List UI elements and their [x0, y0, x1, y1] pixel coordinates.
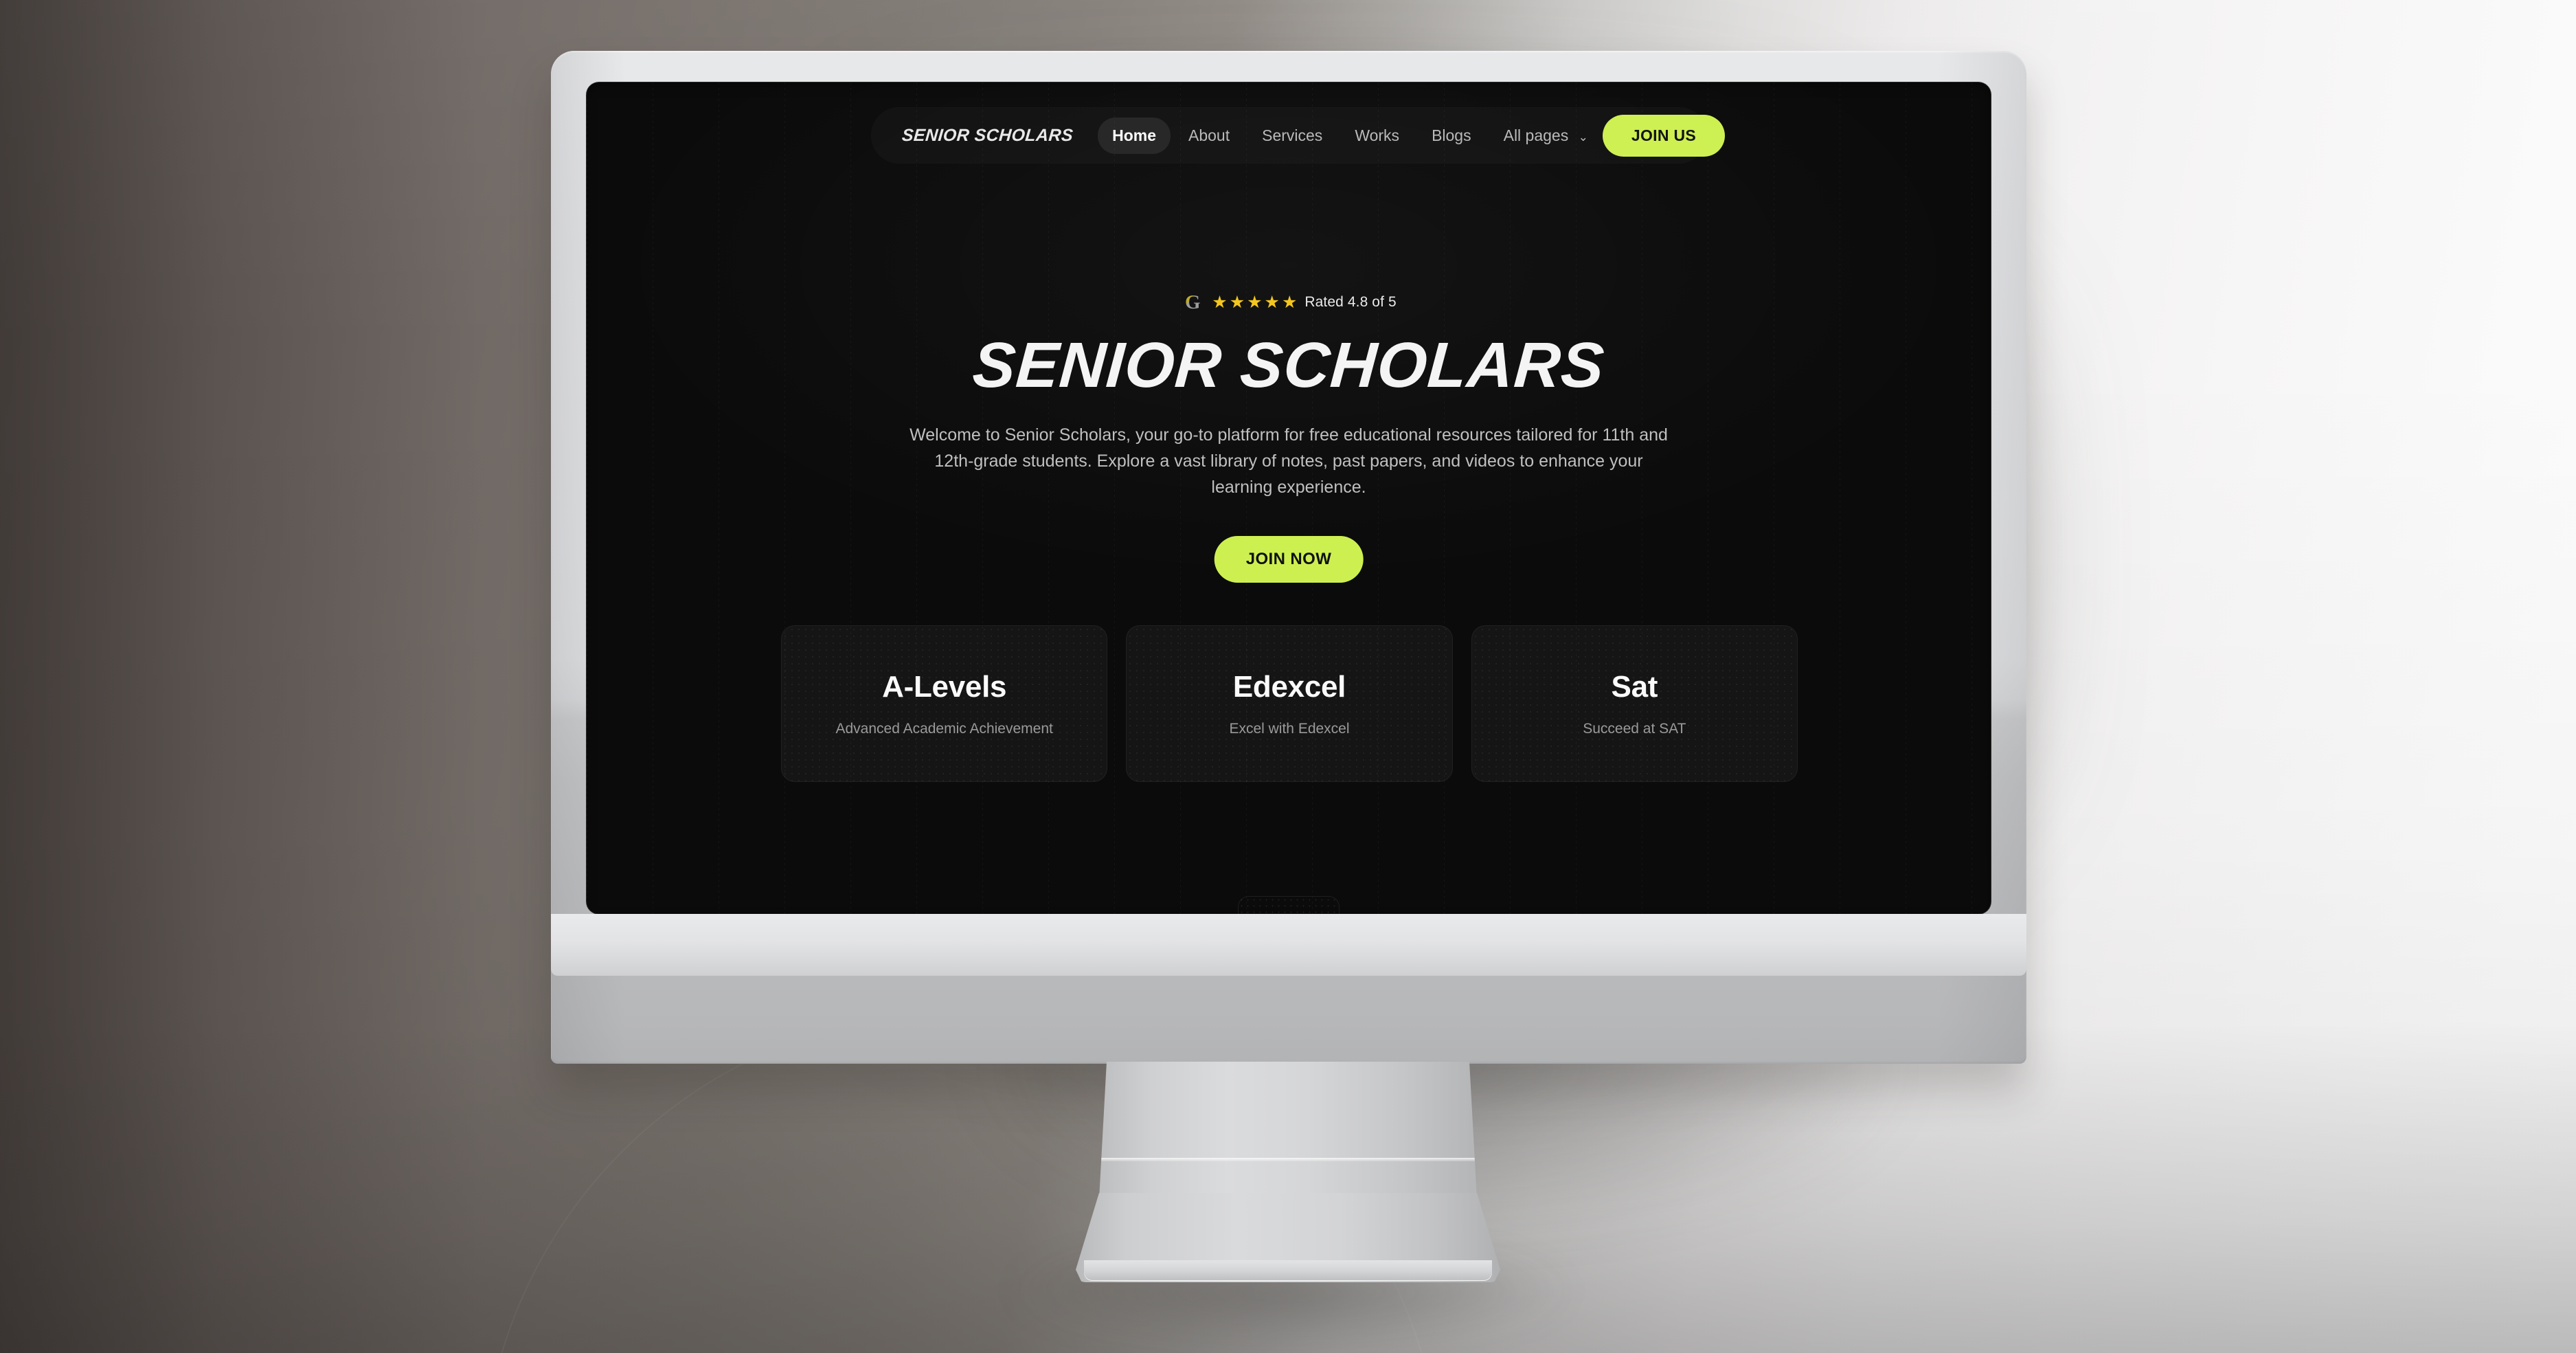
google-g-icon: G [1181, 291, 1204, 314]
nav-links: Home About Services Works Blogs All page… [1098, 117, 1603, 154]
program-card-title: Sat [1611, 670, 1658, 704]
star-icon-5: ★ [1281, 292, 1298, 312]
nav-link-home[interactable]: Home [1098, 117, 1171, 154]
program-card-a-levels[interactable]: A-Levels Advanced Academic Achievement [781, 625, 1108, 782]
monitor-stand-base-lip [1084, 1260, 1492, 1281]
star-icon-4: ★ [1264, 292, 1280, 312]
nav-link-about[interactable]: About [1174, 118, 1244, 154]
nav-link-services[interactable]: Services [1247, 118, 1337, 154]
program-card-title: A-Levels [882, 670, 1007, 704]
bottom-floating-widget[interactable] [1238, 896, 1340, 914]
monitor-body: SENIOR SCHOLARS Home About Services Work… [551, 51, 2026, 1064]
program-card-edexcel[interactable]: Edexcel Excel with Edexcel [1126, 625, 1453, 782]
monitor-screen: SENIOR SCHOLARS Home About Services Work… [587, 82, 1991, 914]
program-card-title: Edexcel [1232, 670, 1346, 704]
program-card-subtitle: Succeed at SAT [1583, 721, 1686, 737]
program-card-sat[interactable]: Sat Succeed at SAT [1471, 625, 1798, 782]
join-now-button[interactable]: JOIN NOW [1214, 536, 1364, 583]
hero-paragraph: Welcome to Senior Scholars, your go-to p… [909, 425, 1668, 497]
website-viewport: SENIOR SCHOLARS Home About Services Work… [587, 82, 1991, 914]
monitor-chin [551, 914, 2026, 976]
nav-link-works[interactable]: Works [1340, 118, 1414, 154]
nav-link-all-pages[interactable]: All pages ⌄ [1489, 118, 1603, 154]
nav-link-about-label: About [1188, 126, 1230, 144]
hero-title: SENIOR SCHOLARS [970, 329, 1607, 401]
program-card-subtitle: Excel with Edexcel [1229, 721, 1350, 737]
nav-link-home-label: Home [1112, 126, 1156, 144]
nav-link-services-label: Services [1262, 126, 1323, 144]
star-icon-3: ★ [1247, 292, 1263, 312]
rating-row: G ★ ★ ★ ★ ★ Rated 4.8 of 5 [587, 291, 1991, 314]
rating-text: Rated 4.8 of 5 [1304, 294, 1397, 310]
nav-link-blogs-label: Blogs [1432, 126, 1471, 144]
nav-link-all-pages-label: All pages [1503, 126, 1569, 144]
nav-link-blogs[interactable]: Blogs [1417, 118, 1486, 154]
join-us-button[interactable]: JOIN US [1602, 114, 1725, 157]
star-rating: ★ ★ ★ ★ ★ [1212, 292, 1298, 312]
monitor-stand-neck [1099, 1062, 1477, 1199]
desktop-monitor-mockup: SENIOR SCHOLARS Home About Services Work… [0, 0, 2576, 1353]
brand-logo[interactable]: SENIOR SCHOLARS [901, 126, 1074, 146]
site-navbar: SENIOR SCHOLARS Home About Services Work… [872, 108, 1725, 163]
star-icon-2: ★ [1229, 292, 1245, 312]
star-icon-1: ★ [1212, 292, 1228, 312]
stand-neck-highlight [1099, 1158, 1477, 1161]
chevron-down-icon: ⌄ [1578, 130, 1588, 144]
program-cards: A-Levels Advanced Academic Achievement E… [781, 625, 1798, 782]
nav-link-works-label: Works [1355, 126, 1400, 144]
program-card-subtitle: Advanced Academic Achievement [835, 721, 1053, 737]
